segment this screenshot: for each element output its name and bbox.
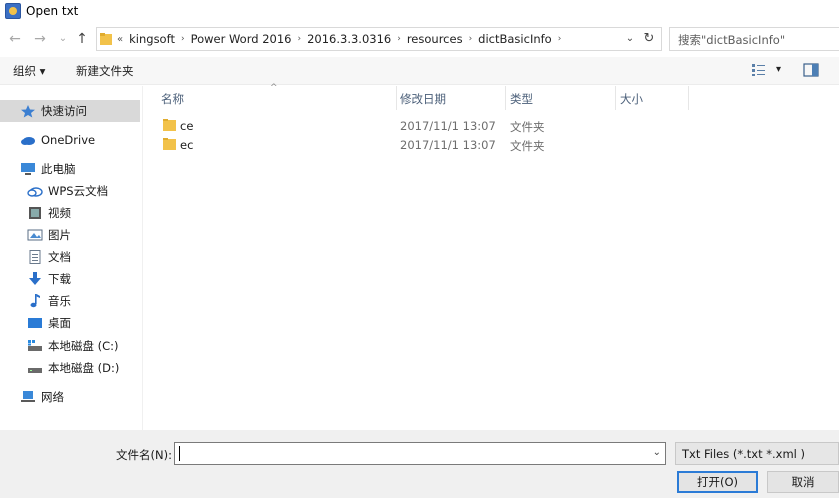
sidebar-item-drive-d[interactable]: 本地磁盘 (D:) [0, 357, 140, 379]
text-caret [179, 446, 180, 461]
video-icon [29, 207, 41, 219]
sidebar-item-this-pc[interactable]: 此电脑 [0, 158, 140, 180]
title-bar: Open txt [0, 0, 839, 22]
sidebar-item-label: 视频 [48, 206, 71, 220]
preview-pane-icon[interactable] [803, 63, 819, 77]
folder-icon [163, 138, 176, 150]
breadcrumb-separator[interactable]: › [558, 34, 562, 44]
breadcrumb-separator[interactable]: › [469, 34, 473, 44]
column-divider[interactable] [396, 86, 397, 110]
table-row[interactable]: ce 2017/11/1 13:07 文件夹 [161, 117, 721, 135]
column-header-name[interactable]: 名称 [161, 86, 184, 110]
toolbar: 组织 ▾ 新建文件夹 ▾ [0, 57, 839, 85]
file-name: ce [180, 119, 194, 133]
sidebar-item-label: 网络 [41, 390, 64, 404]
music-icon [30, 294, 40, 308]
up-icon[interactable]: ↑ [72, 29, 92, 49]
file-date: 2017/11/1 13:07 [400, 138, 496, 152]
sidebar-item-videos[interactable]: 视频 [0, 202, 140, 224]
column-header-type[interactable]: 类型 [510, 86, 533, 110]
sidebar-item-quick-access[interactable]: 快速访问 [0, 100, 140, 122]
navigation-bar: ← → ⌄ ↑ « kingsoft › Power Word 2016 › 2… [0, 26, 839, 52]
new-folder-button[interactable]: 新建文件夹 [76, 63, 134, 79]
filename-history-dropdown-icon[interactable]: ⌄ [653, 447, 661, 458]
cloud-icon [21, 137, 35, 145]
cancel-button[interactable]: 取消 [767, 471, 839, 493]
file-name: ec [180, 138, 194, 152]
star-icon [21, 105, 35, 118]
file-type: 文件夹 [510, 120, 545, 134]
column-header-size[interactable]: 大小 [620, 86, 643, 110]
view-dropdown-icon[interactable]: ▾ [776, 64, 781, 75]
desktop-icon [28, 318, 42, 328]
sidebar-item-music[interactable]: 音乐 [0, 290, 140, 312]
breadcrumb-separator[interactable]: › [297, 34, 301, 44]
sidebar-item-label: 本地磁盘 (C:) [48, 339, 119, 353]
sidebar-item-label: WPS云文档 [48, 184, 109, 198]
picture-icon [27, 229, 43, 241]
breadcrumb-item-resources[interactable]: resources [407, 32, 463, 46]
file-type-select[interactable]: Txt Files (*.txt *.xml ) [675, 442, 839, 465]
sidebar-item-onedrive[interactable]: OneDrive [0, 129, 140, 151]
drive-icon [28, 368, 42, 373]
breadcrumb-item-power-word[interactable]: Power Word 2016 [191, 32, 292, 46]
organize-button[interactable]: 组织 ▾ [13, 63, 45, 79]
app-icon [5, 3, 21, 19]
folder-icon [100, 33, 112, 45]
sort-ascending-icon: ^ [270, 83, 278, 93]
sidebar-item-label: 下载 [48, 272, 71, 286]
download-icon [29, 272, 41, 285]
filename-label: 文件名(N): [116, 448, 172, 462]
wps-cloud-icon [27, 187, 43, 197]
sidebar-item-label: 音乐 [48, 294, 71, 308]
breadcrumb-separator[interactable]: › [181, 34, 185, 44]
breadcrumb-overflow[interactable]: « [117, 34, 123, 45]
computer-icon [21, 163, 35, 175]
view-options-icon[interactable] [752, 63, 768, 77]
sidebar-item-wps-cloud[interactable]: WPS云文档 [0, 180, 140, 202]
recent-locations-icon[interactable]: ⌄ [53, 29, 73, 49]
refresh-icon[interactable]: ↻ [641, 31, 657, 47]
sidebar-item-drive-c[interactable]: 本地磁盘 (C:) [0, 335, 140, 357]
sidebar-item-desktop[interactable]: 桌面 [0, 312, 140, 334]
breadcrumb-item-version[interactable]: 2016.3.3.0316 [307, 32, 391, 46]
network-icon [21, 391, 35, 402]
document-icon [29, 250, 41, 264]
breadcrumb: « kingsoft › Power Word 2016 › 2016.3.3.… [117, 28, 567, 50]
search-input[interactable]: 搜索"dictBasicInfo" [669, 27, 839, 51]
window-title: Open txt [26, 4, 79, 18]
sidebar-item-documents[interactable]: 文档 [0, 246, 140, 268]
file-list: 名称 ^ 修改日期 类型 大小 ce 2017/11/1 13:07 文件夹 e… [143, 83, 839, 430]
address-bar[interactable]: « kingsoft › Power Word 2016 › 2016.3.3.… [96, 27, 662, 51]
back-icon[interactable]: ← [5, 29, 25, 49]
sidebar-item-label: 本地磁盘 (D:) [48, 361, 120, 375]
file-date: 2017/11/1 13:07 [400, 119, 496, 133]
filename-input[interactable]: ⌄ [174, 442, 666, 465]
drive-icon [28, 340, 42, 351]
column-divider[interactable] [688, 86, 689, 110]
breadcrumb-item-kingsoft[interactable]: kingsoft [129, 32, 175, 46]
sidebar-item-network[interactable]: 网络 [0, 386, 140, 408]
open-button[interactable]: 打开(O) [677, 471, 758, 493]
folder-icon [163, 119, 176, 131]
address-dropdown-icon[interactable]: ⌄ [623, 32, 637, 46]
column-divider[interactable] [615, 86, 616, 110]
sidebar-item-label: 此电脑 [41, 162, 76, 176]
dialog-footer: 文件名(N): ⌄ Txt Files (*.txt *.xml ) 打开(O)… [0, 430, 839, 498]
sidebar-item-downloads[interactable]: 下载 [0, 268, 140, 290]
column-divider[interactable] [505, 86, 506, 110]
sidebar-item-label: OneDrive [41, 133, 96, 147]
sidebar-item-label: 图片 [48, 228, 71, 242]
navigation-pane: 快速访问 OneDrive 此电脑 WPS云文档 视频 图片 文档 下载 音乐 … [0, 86, 143, 430]
sidebar-item-label: 快速访问 [41, 104, 87, 118]
breadcrumb-item-dictbasicinfo[interactable]: dictBasicInfo [478, 32, 552, 46]
column-header-date[interactable]: 修改日期 [400, 86, 446, 110]
table-row[interactable]: ec 2017/11/1 13:07 文件夹 [161, 136, 721, 154]
sidebar-item-pictures[interactable]: 图片 [0, 224, 140, 246]
breadcrumb-separator[interactable]: › [397, 34, 401, 44]
sidebar-item-label: 桌面 [48, 316, 71, 330]
forward-icon[interactable]: → [30, 29, 50, 49]
file-type: 文件夹 [510, 139, 545, 153]
sidebar-item-label: 文档 [48, 250, 71, 264]
